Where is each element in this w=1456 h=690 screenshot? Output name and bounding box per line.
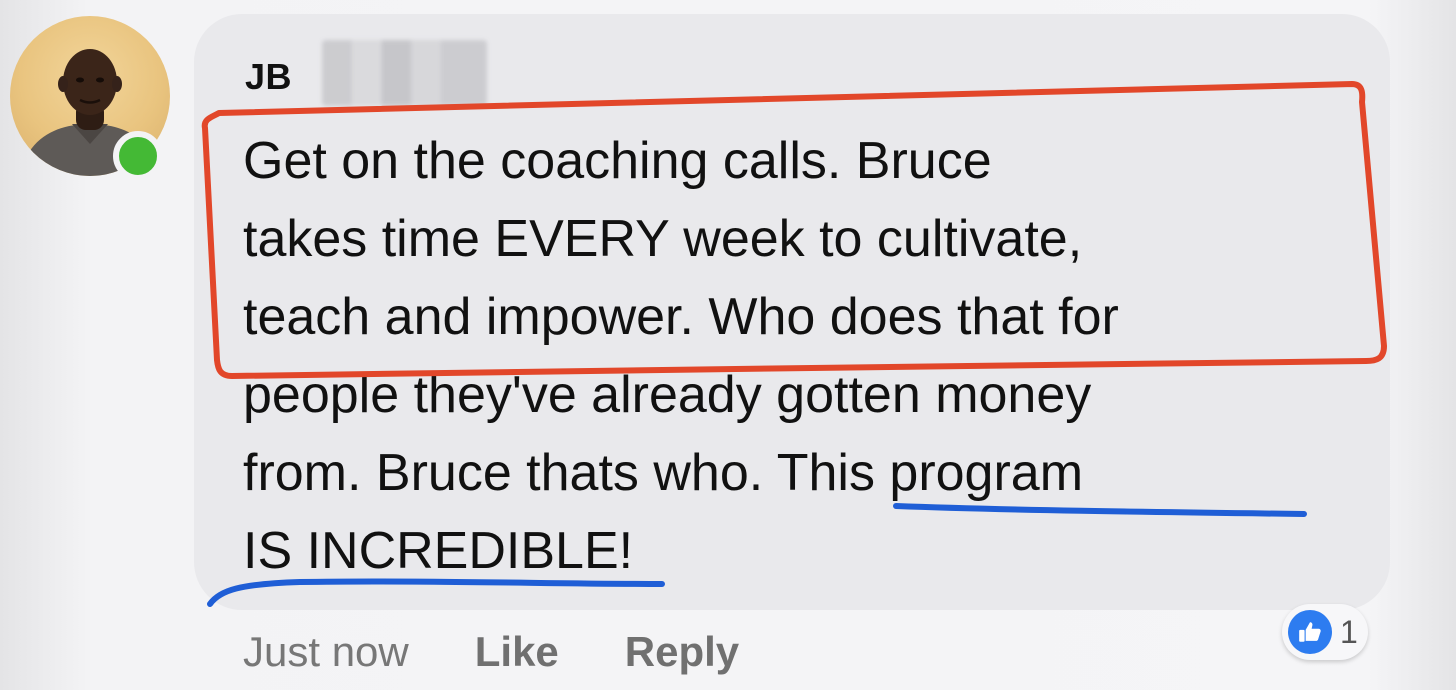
reaction-count: 1 — [1340, 613, 1358, 650]
comment-timestamp[interactable]: Just now — [243, 628, 409, 676]
comment-line: from. Bruce thats who. This program — [243, 444, 1084, 502]
author-name-redaction — [322, 40, 487, 106]
comment-line: people they've already gotten money — [243, 366, 1092, 424]
comment-line: Get on the coaching calls. Bruce — [243, 132, 992, 190]
comment-line: takes time EVERY week to cultivate, — [243, 210, 1083, 268]
comment-text: Get on the coaching calls. Bruce takes t… — [243, 122, 1363, 590]
reply-button[interactable]: Reply — [625, 628, 739, 676]
comment-author[interactable]: JB — [245, 56, 292, 98]
comment-line: IS INCREDIBLE! — [243, 522, 634, 580]
comment-actions: Just now Like Reply — [243, 628, 805, 676]
reaction-summary[interactable]: 1 — [1282, 604, 1368, 660]
comment-line: teach and impower. Who does that for — [243, 288, 1119, 346]
online-status-icon — [113, 131, 163, 181]
like-button[interactable]: Like — [475, 628, 559, 676]
thumbs-up-icon — [1288, 610, 1332, 654]
